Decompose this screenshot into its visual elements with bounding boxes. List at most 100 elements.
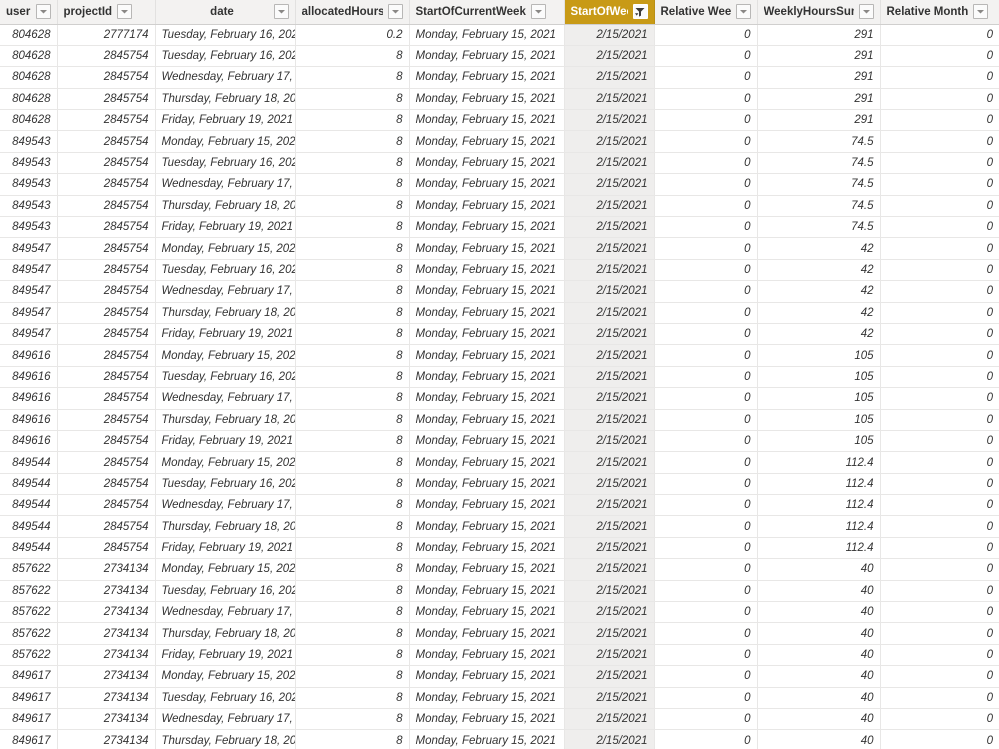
data-grid[interactable]: userId projectId date allocatedHours StartOf… bbox=[0, 0, 999, 749]
table-row[interactable]: 8046282845754Wednesday, February 17, 202… bbox=[0, 66, 999, 89]
cell-userId: 849543 bbox=[0, 195, 58, 218]
cell-StartOfWeek: 2/15/2021 bbox=[564, 644, 655, 667]
cell-WeeklyHoursSum: 40 bbox=[757, 687, 881, 710]
cell-RelativeMonth: 0 bbox=[880, 280, 999, 303]
column-header-StartOfCurrentWeek[interactable]: StartOfCurrentWeek bbox=[409, 0, 565, 25]
filter-dropdown-icon[interactable] bbox=[117, 4, 133, 20]
table-row[interactable]: 849543 2845754 Friday, February 19, 2021 8 M… bbox=[0, 216, 999, 239]
table-row[interactable]: 8496162845754Wednesday, February 17, 202… bbox=[0, 387, 999, 410]
cell-date: Friday, February 19, 2021 bbox=[155, 216, 296, 239]
filter-dropdown-icon[interactable] bbox=[387, 4, 403, 20]
column-header-date[interactable]: date bbox=[155, 0, 296, 25]
column-header-label: StartOfWeek bbox=[570, 5, 628, 18]
cell-projectId: 2734134 bbox=[57, 558, 156, 581]
cell-allocatedHours: 8 bbox=[295, 323, 410, 346]
table-row[interactable]: 804628 2777174 Tuesday, February 16, 2021 0… bbox=[0, 24, 999, 46]
table-row[interactable]: 8495472845754Wednesday, February 17, 202… bbox=[0, 280, 999, 303]
cell-StartOfWeek: 2/15/2021 bbox=[564, 708, 655, 731]
column-header-projectId[interactable]: projectId bbox=[57, 0, 156, 25]
table-row[interactable]: 8495432845754Wednesday, February 17, 202… bbox=[0, 173, 999, 196]
table-row[interactable]: 857622 2734134 Friday, February 19, 2021 8 M… bbox=[0, 644, 999, 667]
filter-dropdown-icon[interactable] bbox=[973, 4, 989, 20]
cell-RelativeWeek: 0 bbox=[654, 665, 758, 688]
cell-StartOfCurrentWeek: Monday, February 15, 2021 bbox=[409, 387, 565, 410]
table-row[interactable]: 849543 2845754 Tuesday, February 16, 2021 8… bbox=[0, 152, 999, 175]
cell-date: Tuesday, February 16, 2021 bbox=[155, 366, 296, 389]
cell-date: Wednesday, February 17, 2021 bbox=[155, 708, 296, 731]
table-row[interactable]: 849547 2845754 Friday, February 19, 2021 8 M… bbox=[0, 323, 999, 346]
cell-WeeklyHoursSum: 74.5 bbox=[757, 173, 881, 196]
table-row[interactable]: 849616 2845754 Tuesday, February 16, 2021 8… bbox=[0, 366, 999, 389]
cell-projectId: 2845754 bbox=[57, 302, 156, 324]
cell-projectId: 2734134 bbox=[57, 601, 156, 624]
cell-allocatedHours: 8 bbox=[295, 430, 410, 453]
column-header-RelativeMonth[interactable]: Relative Month bbox=[880, 0, 999, 25]
table-row[interactable]: 849616 2845754 Monday, February 15, 2021 8 M… bbox=[0, 344, 999, 367]
cell-WeeklyHoursSum: 42 bbox=[757, 323, 881, 346]
table-row[interactable]: 849544 2845754 Friday, February 19, 2021 8 M… bbox=[0, 537, 999, 560]
cell-allocatedHours: 8 bbox=[295, 130, 410, 153]
cell-allocatedHours: 8 bbox=[295, 237, 410, 260]
table-row[interactable]: 849543 2845754 Monday, February 15, 2021 8 M… bbox=[0, 130, 999, 153]
table-row[interactable]: 849617 2734134 Monday, February 15, 2021 8 M… bbox=[0, 665, 999, 688]
table-row[interactable]: 8496172734134Wednesday, February 17, 202… bbox=[0, 708, 999, 731]
filter-dropdown-icon[interactable] bbox=[530, 4, 546, 20]
cell-StartOfCurrentWeek: Monday, February 15, 2021 bbox=[409, 601, 565, 624]
cell-WeeklyHoursSum: 40 bbox=[757, 601, 881, 624]
column-header-RelativeWeek[interactable]: Relative Week bbox=[654, 0, 758, 25]
table-row[interactable]: 8495442845754Wednesday, February 17, 202… bbox=[0, 494, 999, 517]
cell-RelativeWeek: 0 bbox=[654, 473, 758, 496]
table-row[interactable]: 849544 2845754 Thursday, February 18, 2021… bbox=[0, 515, 999, 538]
cell-RelativeWeek: 0 bbox=[654, 45, 758, 68]
table-row[interactable]: 849616 2845754 Friday, February 19, 2021 8 M… bbox=[0, 430, 999, 453]
cell-RelativeMonth: 0 bbox=[880, 66, 999, 89]
filter-dropdown-icon[interactable] bbox=[735, 4, 751, 20]
filter-applied-icon[interactable] bbox=[632, 4, 648, 20]
table-row[interactable]: 804628 2845754 Thursday, February 18, 2021… bbox=[0, 88, 999, 111]
cell-RelativeMonth: 0 bbox=[880, 195, 999, 218]
table-row[interactable]: 804628 2845754 Friday, February 19, 2021 8 M… bbox=[0, 109, 999, 132]
table-row[interactable]: 849547 2845754 Tuesday, February 16, 2021 8… bbox=[0, 259, 999, 282]
table-row[interactable]: 849547 2845754 Thursday, February 18, 2021… bbox=[0, 302, 999, 324]
table-row[interactable]: 849617 2734134 Tuesday, February 16, 2021 8… bbox=[0, 687, 999, 710]
column-header-userId[interactable]: userId bbox=[0, 0, 58, 25]
cell-date: Wednesday, February 17, 2021 bbox=[155, 66, 296, 89]
column-header-label: userId bbox=[6, 5, 31, 18]
table-row[interactable]: 849617 2734134 Thursday, February 18, 2021… bbox=[0, 729, 999, 749]
cell-allocatedHours: 8 bbox=[295, 473, 410, 496]
column-header-label: allocatedHours bbox=[301, 5, 383, 18]
table-row[interactable]: 857622 2734134 Thursday, February 18, 2021… bbox=[0, 622, 999, 645]
cell-StartOfCurrentWeek: Monday, February 15, 2021 bbox=[409, 430, 565, 453]
column-header-allocatedHours[interactable]: allocatedHours bbox=[295, 0, 410, 25]
cell-userId: 849544 bbox=[0, 537, 58, 560]
column-header-StartOfWeek[interactable]: StartOfWeek bbox=[564, 0, 655, 25]
cell-StartOfCurrentWeek: Monday, February 15, 2021 bbox=[409, 644, 565, 667]
cell-StartOfCurrentWeek: Monday, February 15, 2021 bbox=[409, 729, 565, 749]
table-row[interactable]: 804628 2845754 Tuesday, February 16, 2021 8… bbox=[0, 45, 999, 68]
filter-dropdown-icon[interactable] bbox=[35, 4, 51, 20]
cell-RelativeWeek: 0 bbox=[654, 580, 758, 603]
cell-StartOfWeek: 2/15/2021 bbox=[564, 88, 655, 111]
column-header-WeeklyHoursSum[interactable]: WeeklyHoursSum bbox=[757, 0, 881, 25]
cell-StartOfWeek: 2/15/2021 bbox=[564, 66, 655, 89]
cell-WeeklyHoursSum: 112.4 bbox=[757, 537, 881, 560]
filter-dropdown-icon[interactable] bbox=[858, 4, 874, 20]
table-row[interactable]: 849547 2845754 Monday, February 15, 2021 8 M… bbox=[0, 237, 999, 260]
table-row[interactable]: 857622 2734134 Tuesday, February 16, 2021 8… bbox=[0, 580, 999, 603]
filter-dropdown-icon[interactable] bbox=[273, 4, 289, 20]
cell-StartOfWeek: 2/15/2021 bbox=[564, 24, 655, 46]
cell-WeeklyHoursSum: 74.5 bbox=[757, 130, 881, 153]
cell-RelativeMonth: 0 bbox=[880, 665, 999, 688]
header-row: userId projectId date allocatedHours StartOf… bbox=[0, 0, 999, 25]
table-row[interactable]: 849544 2845754 Monday, February 15, 2021 8 M… bbox=[0, 451, 999, 474]
cell-RelativeWeek: 0 bbox=[654, 366, 758, 389]
table-row[interactable]: 849544 2845754 Tuesday, February 16, 2021 8… bbox=[0, 473, 999, 496]
table-row[interactable]: 849543 2845754 Thursday, February 18, 2021… bbox=[0, 195, 999, 218]
table-row[interactable]: 8576222734134Wednesday, February 17, 202… bbox=[0, 601, 999, 624]
cell-StartOfWeek: 2/15/2021 bbox=[564, 323, 655, 346]
cell-StartOfCurrentWeek: Monday, February 15, 2021 bbox=[409, 109, 565, 132]
cell-allocatedHours: 8 bbox=[295, 387, 410, 410]
table-row[interactable]: 857622 2734134 Monday, February 15, 2021 8 M… bbox=[0, 558, 999, 581]
table-row[interactable]: 849616 2845754 Thursday, February 18, 2021… bbox=[0, 409, 999, 431]
cell-projectId: 2845754 bbox=[57, 152, 156, 175]
